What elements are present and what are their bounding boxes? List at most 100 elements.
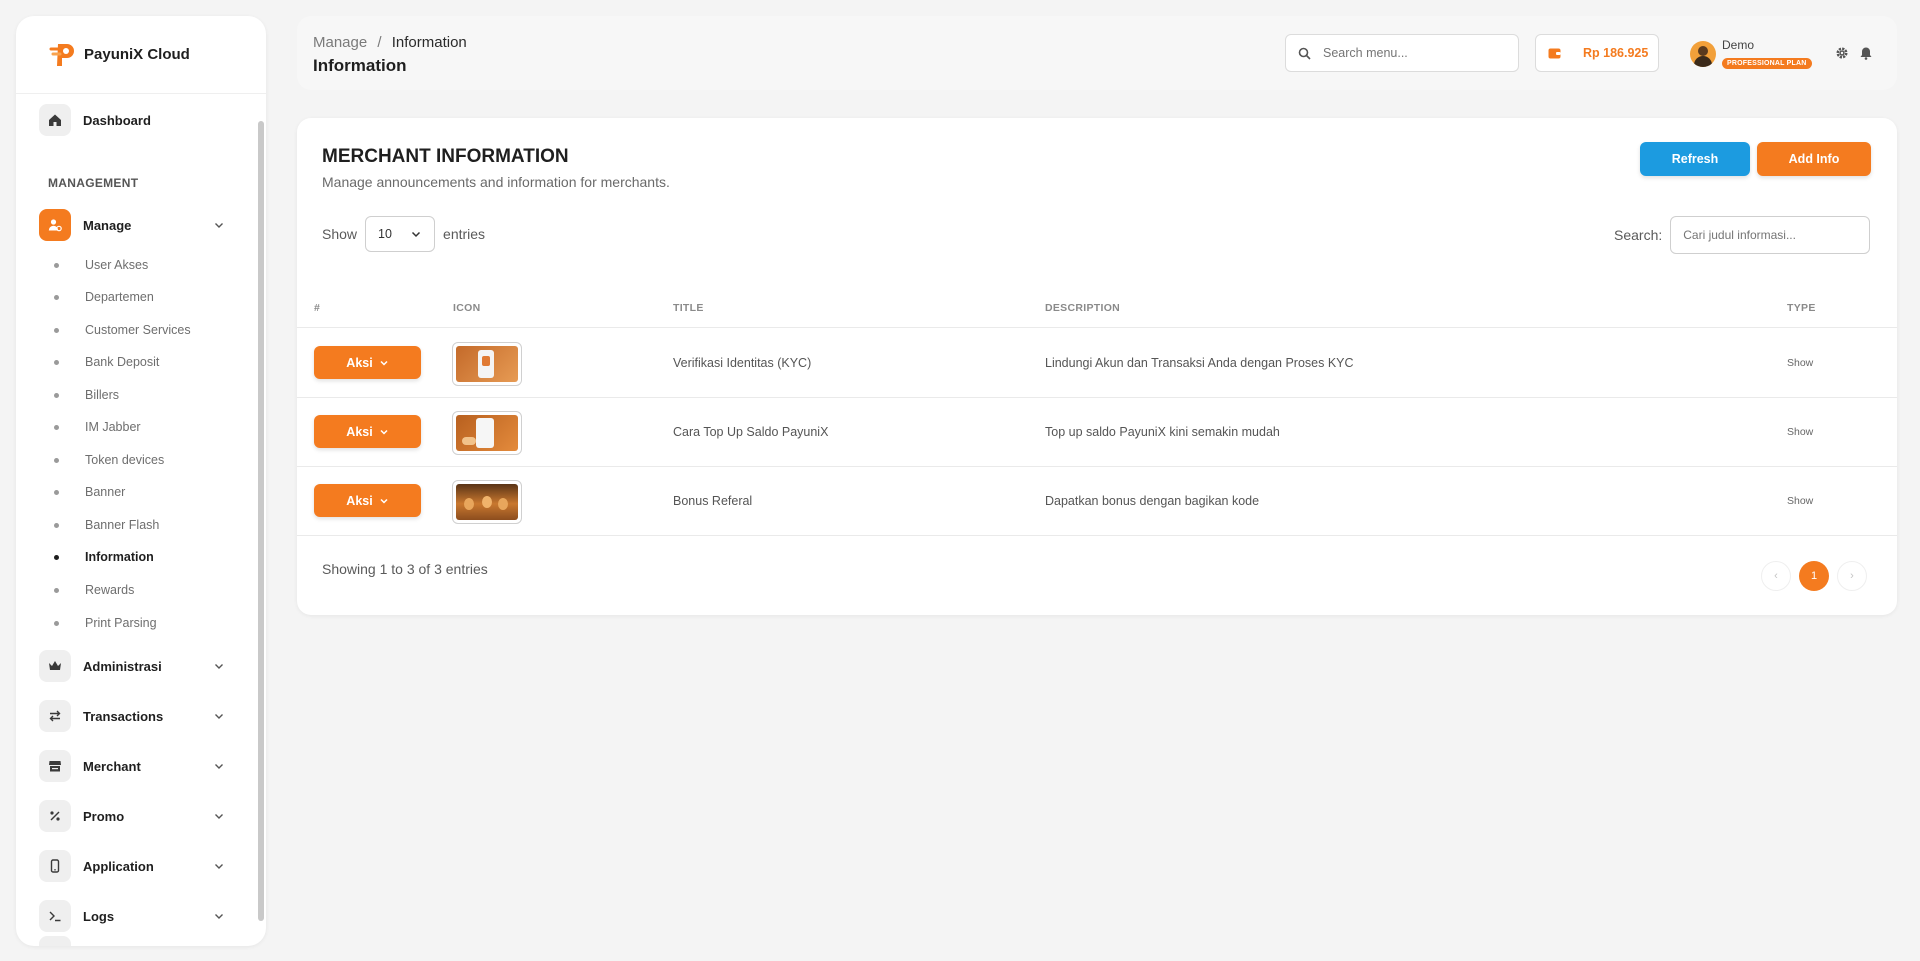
sidebar-item-application[interactable]: Application: [39, 850, 225, 882]
wallet-icon: [1548, 48, 1561, 59]
topbar: Manage / Information Information Rp 186.…: [297, 16, 1897, 90]
chevron-down-icon: [380, 360, 388, 366]
row-title: Cara Top Up Saldo PayuniX: [673, 425, 829, 439]
sidebar-subitem-label: Billers: [85, 388, 120, 402]
sidebar-subitem-user-akses[interactable]: User Akses: [54, 258, 148, 272]
sidebar-item-label: Manage: [83, 217, 132, 233]
info-icon-thumbnail: [452, 342, 522, 386]
table-header: # ICON TITLE DESCRIPTION TYPE: [297, 288, 1897, 328]
sidebar-subitem-bank-deposit[interactable]: Bank Deposit: [54, 355, 159, 369]
sidebar-subitem-label: Departemen: [85, 290, 154, 304]
bell-icon[interactable]: [1859, 46, 1873, 60]
sidebar-subitem-label: Bank Deposit: [85, 355, 160, 369]
breadcrumb-separator: /: [377, 34, 382, 51]
aksi-button[interactable]: Aksi: [314, 415, 421, 448]
menu-search[interactable]: [1285, 34, 1519, 72]
breadcrumb-current: Information: [391, 34, 467, 51]
entries-select[interactable]: 10: [365, 216, 436, 252]
row-description: Dapatkan bonus dengan bagikan kode: [1045, 494, 1260, 508]
sidebar-item-dashboard[interactable]: Dashboard: [39, 104, 213, 136]
menu-search-input[interactable]: [1323, 46, 1493, 60]
section-title: MANAGEMENT: [48, 176, 139, 190]
card-title: MERCHANT INFORMATION: [322, 146, 569, 167]
balance-amount: Rp 186.925: [1583, 46, 1649, 60]
entries-control: Show 10 entries: [322, 216, 485, 252]
sidebar-subitem-label: Token devices: [85, 453, 165, 467]
column-header-title[interactable]: TITLE: [673, 288, 704, 328]
sidebar-subitem-token-devices[interactable]: Token devices: [54, 453, 164, 467]
sidebar-item-label: Dashboard: [83, 112, 151, 128]
aksi-button[interactable]: Aksi: [314, 346, 421, 379]
bullet: [54, 424, 59, 430]
sidebar-item-label: Logs: [83, 908, 115, 924]
column-header-description[interactable]: DESCRIPTION: [1045, 288, 1120, 328]
bullet: [54, 587, 59, 593]
sidebar-subitem-banner[interactable]: Banner: [54, 485, 125, 499]
sidebar-subitem-im-jabber[interactable]: IM Jabber: [54, 420, 141, 434]
bullet: [54, 489, 59, 495]
sidebar-item-promo[interactable]: Promo: [39, 800, 225, 832]
column-header-index[interactable]: #: [314, 288, 320, 328]
pagination-prev[interactable]: ‹: [1761, 561, 1791, 591]
row-type: Show: [1787, 426, 1814, 438]
pagination-next[interactable]: ›: [1837, 561, 1867, 591]
sidebar-item-administrasi[interactable]: Administrasi: [39, 650, 225, 682]
search-icon: [1298, 47, 1311, 60]
info-icon-thumbnail: [452, 411, 522, 455]
sidebar-subitem-customer-services[interactable]: Customer Services: [54, 323, 191, 337]
row-type: Show: [1787, 357, 1814, 369]
table-row: Aksi Bonus Referal Dapatkan bonus dengan…: [297, 467, 1897, 536]
chevron-down-icon: [380, 498, 388, 504]
column-header-type[interactable]: TYPE: [1787, 288, 1816, 328]
pagination-page-1[interactable]: 1: [1799, 561, 1829, 591]
balance-widget[interactable]: Rp 186.925: [1535, 34, 1659, 72]
avatar: [1690, 41, 1716, 67]
sidebar-item-transactions[interactable]: Transactions: [39, 700, 225, 732]
phone-icon: [39, 850, 71, 882]
row-description: Lindungi Akun dan Transaksi Anda dengan …: [1045, 356, 1354, 370]
sidebar-item-partial: [39, 936, 83, 946]
user-profile[interactable]: Demo PROFESSIONAL PLAN: [1690, 38, 1812, 70]
sidebar-item-manage[interactable]: Manage: [39, 209, 225, 241]
bullet: [54, 359, 59, 365]
aksi-button[interactable]: Aksi: [314, 484, 421, 517]
row-title: Verifikasi Identitas (KYC): [673, 356, 812, 370]
sidebar-item-label: Transactions: [83, 708, 164, 724]
table-search-input[interactable]: [1670, 216, 1871, 254]
brand-name: PayuniX Cloud: [84, 46, 190, 63]
card-subtitle: Manage announcements and information for…: [322, 174, 670, 190]
sidebar-subitem-billers[interactable]: Billers: [54, 388, 119, 402]
table-row: Aksi Cara Top Up Saldo PayuniX Top up sa…: [297, 398, 1897, 467]
sidebar-subitem-information[interactable]: Information: [54, 550, 154, 564]
user-gear-icon: [39, 209, 71, 241]
sidebar-scrollbar[interactable]: [258, 121, 264, 921]
gear-icon[interactable]: [1835, 46, 1849, 60]
store-icon: [39, 750, 71, 782]
brand[interactable]: PayuniX Cloud: [16, 16, 266, 94]
sidebar-item-label: Merchant: [83, 758, 141, 774]
chevron-down-icon: [412, 231, 421, 238]
breadcrumb-root[interactable]: Manage: [313, 34, 367, 51]
sidebar-subitem-departemen[interactable]: Departemen: [54, 290, 154, 304]
bullet: [54, 457, 59, 463]
percent-icon: [39, 800, 71, 832]
bullet: [54, 294, 59, 300]
table-row: Aksi Verifikasi Identitas (KYC) Lindungi…: [297, 329, 1897, 398]
refresh-button[interactable]: Refresh: [1640, 142, 1750, 176]
show-label: Show: [322, 226, 358, 242]
sidebar-subitem-print-parsing[interactable]: Print Parsing: [54, 616, 157, 630]
sidebar-subitem-label: Banner: [85, 485, 126, 499]
row-title: Bonus Referal: [673, 494, 753, 508]
sidebar-subitem-banner-flash[interactable]: Banner Flash: [54, 518, 159, 532]
breadcrumb: Manage / Information: [313, 34, 467, 51]
sidebar-subitem-rewards[interactable]: Rewards: [54, 583, 134, 597]
sidebar: PayuniX Cloud Dashboard MANAGEMENT Manag…: [16, 16, 266, 946]
column-header-icon[interactable]: ICON: [453, 288, 480, 328]
sidebar-subitem-label: Information: [85, 550, 154, 564]
sidebar-item-merchant[interactable]: Merchant: [39, 750, 225, 782]
info-icon-thumbnail: [452, 480, 522, 524]
plan-badge: PROFESSIONAL PLAN: [1722, 58, 1812, 69]
add-info-button[interactable]: Add Info: [1757, 142, 1871, 176]
sidebar-item-logs[interactable]: Logs: [39, 900, 225, 932]
table-info: Showing 1 to 3 of 3 entries: [322, 561, 488, 577]
